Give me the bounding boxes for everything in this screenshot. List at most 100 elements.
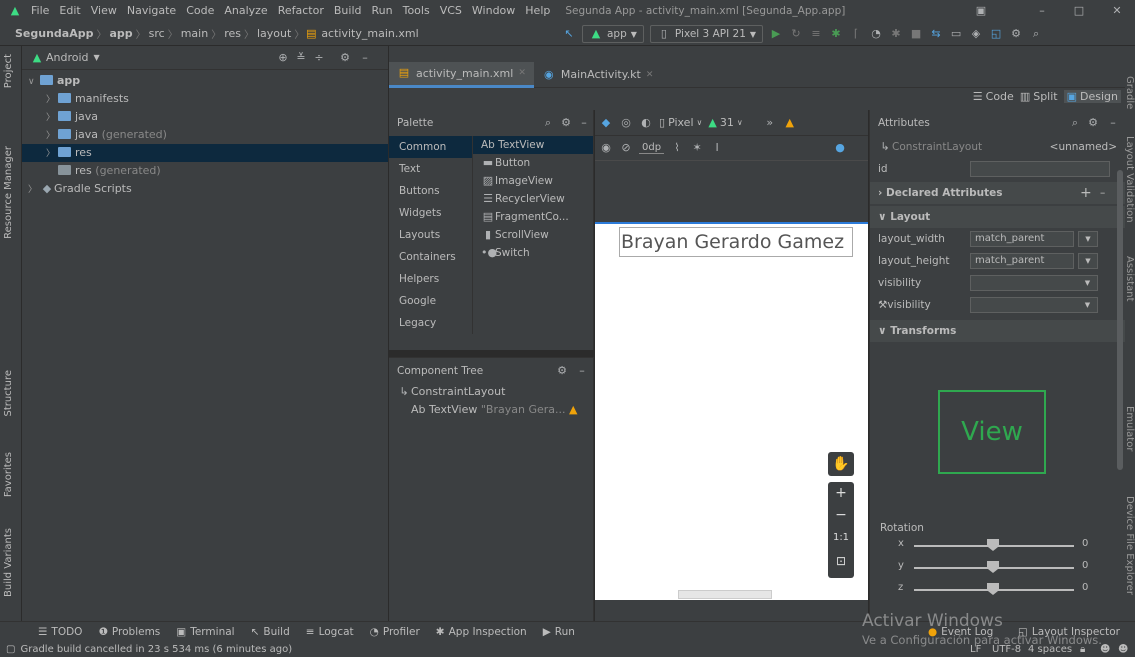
- breadcrumb-file[interactable]: activity_main.xml: [318, 27, 421, 40]
- tool-tab-favorites[interactable]: Favorites: [3, 452, 14, 497]
- chevron-down-icon[interactable]: ▼: [1078, 275, 1098, 291]
- tab-activity-main-xml[interactable]: ▤ activity_main.xml ✕: [389, 61, 534, 88]
- device-dropdown[interactable]: ▯ Pixel ∨: [659, 116, 702, 129]
- palette-category-containers[interactable]: Containers: [389, 246, 472, 268]
- palette-category-legacy[interactable]: Legacy: [389, 312, 472, 334]
- chevron-down-icon[interactable]: ▼: [1078, 253, 1098, 269]
- palette-item-textview[interactable]: Ab TextView: [473, 136, 593, 154]
- autoconnect-icon[interactable]: ⊘: [619, 141, 633, 155]
- layout-height-field[interactable]: match_parent: [970, 253, 1074, 269]
- sync-gradle-icon[interactable]: ⇆: [929, 27, 943, 41]
- layout-section-header[interactable]: ∨ Layout: [870, 206, 1125, 228]
- gear-icon[interactable]: ⚙: [555, 364, 569, 378]
- chevron-right-icon[interactable]: 〉: [46, 91, 58, 109]
- tab-mainactivity-kt[interactable]: ◉ MainActivity.kt ✕: [534, 62, 662, 88]
- tool-tab-device-file-explorer[interactable]: Device File Explorer: [1125, 496, 1135, 595]
- mode-split-button[interactable]: ▥ Split: [1020, 90, 1058, 103]
- maximize-icon[interactable]: □: [1072, 4, 1086, 18]
- canvas-textview[interactable]: Brayan Gerardo Gamez: [619, 227, 853, 257]
- menu-run[interactable]: Run: [367, 0, 398, 22]
- layout-width-field[interactable]: match_parent: [970, 231, 1074, 247]
- debug-icon[interactable]: ✱: [829, 27, 843, 41]
- close-tab-icon[interactable]: ✕: [518, 68, 526, 78]
- menu-window[interactable]: Window: [467, 0, 520, 22]
- pan-button[interactable]: ✋: [828, 452, 854, 476]
- tool-tab-structure[interactable]: Structure: [3, 370, 14, 417]
- menu-file[interactable]: File: [26, 0, 54, 22]
- zoom-out-button[interactable]: −: [828, 504, 854, 526]
- gear-icon[interactable]: ⚙: [338, 51, 352, 65]
- hide-panel-icon[interactable]: –: [1106, 116, 1120, 130]
- rotation-x-thumb[interactable]: [987, 539, 999, 551]
- tree-item-app[interactable]: ∨ app: [22, 72, 388, 90]
- breadcrumb-res[interactable]: res: [221, 27, 244, 40]
- declared-attributes-header[interactable]: › Declared Attributes + –: [870, 182, 1125, 204]
- zoom-actual-button[interactable]: 1:1: [828, 526, 854, 550]
- component-tree-textview[interactable]: Ab TextView "Brayan Gera... ▲: [389, 401, 593, 419]
- minimize-icon[interactable]: –: [1035, 4, 1049, 18]
- palette-item-scrollview[interactable]: ▮ ScrollView: [473, 226, 593, 244]
- menu-help[interactable]: Help: [520, 0, 555, 22]
- chevron-right-icon[interactable]: 〉: [46, 127, 58, 145]
- close-icon[interactable]: ✕: [1110, 4, 1124, 18]
- add-attribute-icon[interactable]: +: [1080, 182, 1092, 204]
- tree-item-java[interactable]: 〉 java: [22, 108, 388, 126]
- rotation-y-thumb[interactable]: [987, 561, 999, 573]
- search-icon[interactable]: ⌕: [541, 116, 555, 130]
- menu-analyze[interactable]: Analyze: [219, 0, 272, 22]
- clear-constraints-icon[interactable]: ⌇: [670, 141, 684, 155]
- device-manager-icon[interactable]: ▭: [949, 27, 963, 41]
- api-dropdown[interactable]: ▲ 31 ∨: [708, 116, 742, 129]
- layout-toggle-icon[interactable]: ▣: [974, 4, 988, 18]
- status-message[interactable]: Gradle build cancelled in 23 s 534 ms (6…: [20, 644, 292, 655]
- breadcrumb-project[interactable]: SegundaApp: [12, 27, 96, 40]
- settings-user-icon[interactable]: ⚙: [1009, 27, 1023, 41]
- palette-category-widgets[interactable]: Widgets: [389, 202, 472, 224]
- chevron-right-icon[interactable]: 〉: [28, 181, 40, 199]
- tree-item-gradle-scripts[interactable]: 〉 ◆ Gradle Scripts: [22, 180, 388, 198]
- tool-run-button[interactable]: ▶ Run: [535, 626, 583, 638]
- device-selector[interactable]: ▯ Pixel 3 API 21 ▼: [649, 25, 764, 43]
- module-selector[interactable]: ▲ app ▼: [582, 25, 644, 43]
- gear-icon[interactable]: ⚙: [1086, 116, 1100, 130]
- menu-navigate[interactable]: Navigate: [122, 0, 181, 22]
- tool-tab-build-variants[interactable]: Build Variants: [3, 528, 14, 597]
- menu-view[interactable]: View: [86, 0, 122, 22]
- attributes-scrollbar[interactable]: [1117, 170, 1123, 470]
- warning-icon[interactable]: ▲: [783, 116, 797, 130]
- palette-category-layouts[interactable]: Layouts: [389, 224, 472, 246]
- tree-item-java-generated[interactable]: 〉 java (generated): [22, 126, 388, 144]
- align-icon[interactable]: Ⅰ: [710, 141, 724, 155]
- chevron-right-icon[interactable]: 〉: [46, 145, 58, 163]
- hide-panel-icon[interactable]: –: [577, 116, 591, 130]
- palette-category-buttons[interactable]: Buttons: [389, 180, 472, 202]
- hide-panel-icon[interactable]: –: [358, 51, 372, 65]
- make-project-hammer-icon[interactable]: ↖: [562, 27, 576, 41]
- tool-tab-gradle[interactable]: Gradle: [1125, 76, 1135, 109]
- close-tab-icon[interactable]: ✕: [646, 70, 654, 80]
- palette-item-switch[interactable]: •●Switch: [473, 244, 593, 262]
- zoom-fit-icon[interactable]: ⊡: [828, 550, 854, 572]
- collapse-all-icon[interactable]: ÷: [312, 51, 326, 65]
- night-mode-icon[interactable]: ◐: [639, 116, 653, 130]
- project-view-selector[interactable]: Android: [46, 51, 89, 64]
- palette-category-text[interactable]: Text: [389, 158, 472, 180]
- tool-build-button[interactable]: ↖ Build: [243, 626, 298, 638]
- tool-problems-button[interactable]: ❶ Problems: [90, 626, 168, 638]
- apply-changes-icon[interactable]: ↻: [789, 27, 803, 41]
- tool-tab-assistant[interactable]: Assistant: [1125, 256, 1135, 302]
- palette-category-google[interactable]: Google: [389, 290, 472, 312]
- search-icon[interactable]: ⌕: [1068, 116, 1082, 130]
- hide-panel-icon[interactable]: –: [575, 364, 589, 378]
- chevron-down-icon[interactable]: ▼: [1078, 297, 1098, 313]
- help-icon[interactable]: ●: [833, 141, 847, 155]
- chevron-down-icon[interactable]: ∨: [28, 73, 40, 91]
- tool-logcat-button[interactable]: ≡ Logcat: [298, 626, 362, 638]
- notification-icon[interactable]: ☻: [1118, 644, 1128, 655]
- attach-debugger-icon[interactable]: ✱: [889, 27, 903, 41]
- chevron-right-icon[interactable]: 〉: [46, 109, 58, 127]
- menu-edit[interactable]: Edit: [54, 0, 85, 22]
- transforms-section-header[interactable]: ∨ Transforms: [870, 320, 1125, 342]
- coverage-icon[interactable]: ⌈: [849, 27, 863, 41]
- sdk-manager-icon[interactable]: ◈: [969, 27, 983, 41]
